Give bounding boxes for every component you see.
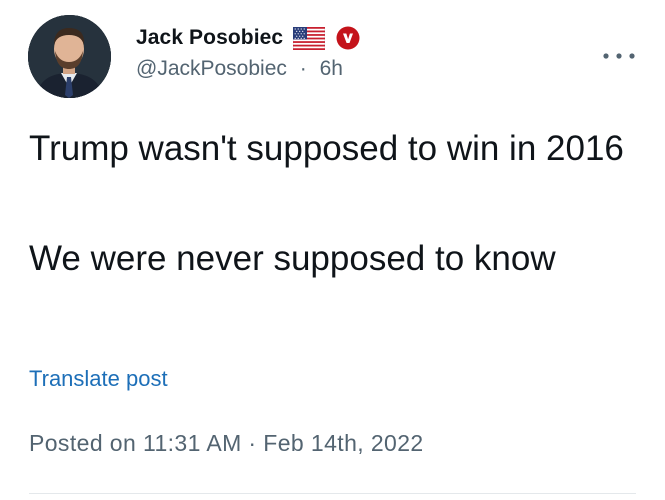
author-handle[interactable]: @JackPosobiec <box>136 57 287 80</box>
post-time-ago[interactable]: 6h <box>320 57 343 80</box>
avatar[interactable] <box>28 15 111 98</box>
meta-separator: · <box>299 57 307 80</box>
author-handle-row: @JackPosobiec · 6h <box>136 57 343 81</box>
divider <box>29 493 636 494</box>
more-options-button[interactable] <box>600 44 638 68</box>
post-text-line: We were never supposed to know <box>29 239 556 278</box>
author-name-row: Jack Posobiec <box>136 22 360 54</box>
post-body: Trump wasn't supposed to win in 2016 We … <box>29 125 649 283</box>
post-text-line: Trump wasn't supposed to win in 2016 <box>29 129 624 168</box>
more-options-icon <box>603 53 635 59</box>
author-display-name[interactable]: Jack Posobiec <box>136 26 283 50</box>
verified-icon <box>336 26 360 50</box>
post-card: Jack Posobiec @JackPosobiec · 6h Trump w… <box>0 0 665 500</box>
posted-timestamp: Posted on 11:31 AM · Feb 14th, 2022 <box>29 430 424 456</box>
translate-post-link[interactable]: Translate post <box>29 366 168 392</box>
us-flag-icon <box>292 26 326 50</box>
profile-photo-icon <box>28 15 111 98</box>
